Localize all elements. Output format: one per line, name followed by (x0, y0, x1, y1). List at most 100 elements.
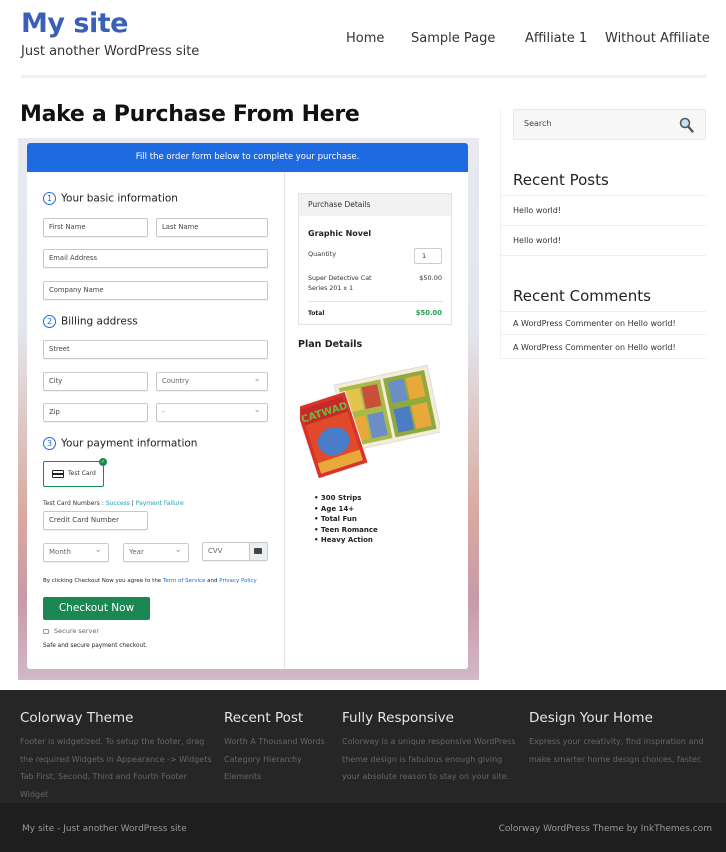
payment-method-test-card[interactable]: Test Card ✓ (43, 458, 107, 487)
plan-feature: 300 Strips (314, 493, 378, 504)
cvv-card-icon (249, 543, 267, 560)
section-title: Your basic information (61, 192, 178, 205)
plan-feature: Total Fun (314, 514, 378, 525)
step-3-icon: 3 (43, 437, 56, 450)
zip-input[interactable]: Zip (43, 403, 148, 422)
nav-without-affiliate[interactable]: Without Affiliate (605, 31, 710, 46)
footer-site-credit[interactable]: My site - Just another WordPress site (22, 824, 187, 834)
payment-failure-link[interactable]: Payment Failure (136, 500, 184, 507)
lock-icon (43, 629, 49, 634)
search-input[interactable]: Search (513, 109, 706, 140)
site-header: My site Just another WordPress site Home… (0, 0, 726, 90)
plan-details-heading: Plan Details (298, 339, 363, 350)
recent-comment-link[interactable]: A WordPress Commenter on Hello world! (513, 343, 676, 352)
recent-comment-link[interactable]: A WordPress Commenter on Hello world! (513, 319, 676, 328)
street-input[interactable]: Street (43, 340, 268, 359)
terms-agreement: By clicking Checkout Now you agree to th… (43, 578, 257, 584)
total-amount: $50.00 (415, 309, 442, 317)
country-select[interactable]: Country (156, 371, 268, 391)
column-divider (284, 172, 285, 669)
divider (308, 301, 443, 302)
footer-post-link[interactable]: Worth A Thousand Words (224, 733, 334, 751)
cvv-placeholder: CVV (208, 547, 223, 555)
plan-feature: Teen Romance (314, 525, 378, 536)
divider (500, 255, 706, 256)
test-numbers-label: Test Card Numbers : (43, 500, 106, 507)
purchase-details-heading: Purchase Details (299, 194, 451, 216)
month-select[interactable]: Month (43, 542, 109, 562)
quantity-label: Quantity (308, 250, 337, 258)
card-number-input[interactable]: Credit Card Number (43, 511, 148, 530)
plan-feature: Age 14+ (314, 504, 378, 515)
agree-and: and (205, 578, 220, 584)
search-placeholder: Search (524, 119, 552, 128)
agree-text: By clicking Checkout Now you agree to th… (43, 578, 163, 584)
line-item-price: $50.00 (419, 274, 442, 282)
footer-bottom-bar: My site - Just another WordPress site Co… (0, 803, 726, 852)
checkout-button[interactable]: Checkout Now (43, 597, 150, 620)
privacy-link[interactable]: Privacy Policy (219, 578, 256, 584)
section-title: Your payment information (61, 437, 198, 450)
plan-features: 300 Strips Age 14+ Total Fun Teen Romanc… (314, 493, 378, 546)
test-card-numbers: Test Card Numbers : Success | Payment Fa… (43, 500, 184, 507)
recent-comments-heading: Recent Comments (513, 287, 651, 305)
nav-sample-page[interactable]: Sample Page (411, 31, 495, 46)
year-select[interactable]: Year (123, 542, 189, 562)
section-billing: 2 Billing address (43, 315, 138, 328)
recent-posts-heading: Recent Posts (513, 171, 609, 189)
divider (500, 311, 706, 312)
secure-server: Secure server (43, 627, 99, 635)
sidebar-border (500, 108, 501, 358)
section-title: Billing address (61, 315, 138, 328)
last-name-input[interactable]: Last Name (156, 218, 268, 237)
first-name-input[interactable]: First Name (43, 218, 148, 237)
state-select[interactable]: - (156, 402, 268, 422)
company-input[interactable]: Company Name (43, 281, 268, 300)
footer-col-title: Recent Post (224, 710, 304, 726)
footer-col-text: Express your creativity, find inspiratio… (529, 737, 704, 764)
credit-card-icon (52, 470, 64, 478)
terms-link[interactable]: Term of Service (163, 578, 205, 584)
page-title: Make a Purchase From Here (20, 102, 360, 127)
footer-post-link[interactable]: Category Hierarchy (224, 751, 334, 769)
quantity-input[interactable]: 1 (414, 248, 442, 264)
payment-method-label: Test Card (68, 470, 96, 477)
search-icon[interactable] (679, 117, 694, 133)
success-link[interactable]: Success (106, 500, 130, 507)
form-banner: Fill the order form below to complete yo… (27, 143, 468, 172)
recent-post-link[interactable]: Hello world! (513, 236, 561, 245)
step-1-icon: 1 (43, 192, 56, 205)
footer-col-title: Design Your Home (529, 710, 653, 726)
comic-book-image: CATWAD (300, 364, 440, 478)
step-2-icon: 2 (43, 315, 56, 328)
purchase-details: Purchase Details Graphic Novel Quantity … (298, 193, 452, 325)
safe-checkout-text: Safe and secure payment checkout. (43, 643, 148, 649)
plan-feature: Heavy Action (314, 535, 378, 546)
nav-home[interactable]: Home (346, 31, 384, 46)
cvv-input[interactable]: CVV (202, 542, 268, 561)
footer-post-link[interactable]: Elements (224, 768, 334, 786)
section-basic-info: 1 Your basic information (43, 192, 178, 205)
footer-col-title: Fully Responsive (342, 710, 454, 726)
footer-theme-credit[interactable]: Colorway WordPress Theme by InkThemes.co… (499, 824, 712, 834)
section-payment: 3 Your payment information (43, 437, 197, 450)
footer-col-text: Colorway is a unique responsive WordPres… (342, 737, 516, 781)
secure-server-label: Secure server (54, 627, 99, 635)
order-form: Fill the order form below to complete yo… (27, 143, 468, 669)
divider (500, 195, 706, 196)
email-input[interactable]: Email Address (43, 249, 268, 268)
nav-affiliate-1[interactable]: Affiliate 1 (525, 31, 587, 46)
check-icon: ✓ (99, 458, 107, 466)
footer-widgets: Colorway Theme Footer is widgetized. To … (0, 690, 726, 803)
footer-col-text: Footer is widgetized. To setup the foote… (20, 737, 212, 799)
divider (500, 334, 706, 335)
recent-post-link[interactable]: Hello world! (513, 206, 561, 215)
main-nav: Home Sample Page Affiliate 1 Without Aff… (0, 31, 726, 49)
footer-recent-posts: Worth A Thousand Words Category Hierarch… (224, 733, 334, 786)
product-name: Graphic Novel (308, 229, 372, 238)
footer-col-title: Colorway Theme (20, 710, 134, 726)
total-label: Total (308, 310, 325, 317)
city-input[interactable]: City (43, 372, 148, 391)
divider (500, 358, 706, 359)
divider (500, 225, 706, 226)
